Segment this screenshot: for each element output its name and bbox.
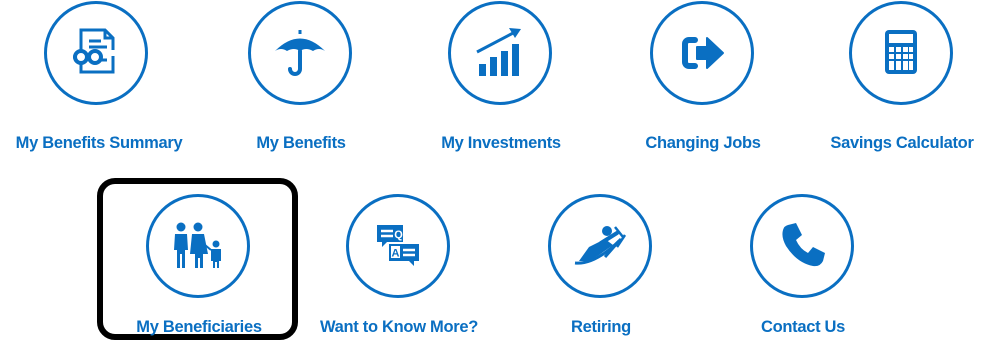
qa-chat-icon: Q A bbox=[377, 225, 419, 266]
growth-chart-icon bbox=[476, 28, 521, 76]
svg-text:A: A bbox=[392, 248, 400, 260]
retiring-circle bbox=[548, 194, 652, 298]
investments-circle bbox=[448, 1, 552, 105]
contact-us-circle bbox=[750, 194, 854, 298]
document-glasses-icon bbox=[73, 28, 117, 74]
tile-label: Contact Us bbox=[760, 318, 846, 336]
savings-calculator-circle bbox=[849, 1, 953, 105]
umbrella-icon bbox=[275, 30, 325, 76]
tile-label: My Beneficiaries bbox=[136, 318, 262, 336]
beneficiaries-circle bbox=[146, 194, 250, 298]
benefits-summary-circle bbox=[44, 1, 148, 105]
tile-label: Retiring bbox=[571, 318, 631, 336]
changing-jobs-circle bbox=[650, 1, 754, 105]
lounge-chair-icon bbox=[574, 226, 627, 265]
tile-label: My Benefits bbox=[256, 134, 346, 152]
tile-label: Savings Calculator bbox=[830, 134, 974, 152]
svg-text:Q: Q bbox=[394, 229, 403, 241]
tile-label: Changing Jobs bbox=[645, 134, 761, 152]
family-icon bbox=[174, 222, 221, 268]
exit-arrow-icon bbox=[682, 37, 724, 69]
want-to-know-more-circle: Q A bbox=[346, 194, 450, 298]
tile-label: Want to Know More? bbox=[319, 318, 479, 336]
calculator-icon bbox=[885, 30, 917, 74]
tile-label: My Investments bbox=[441, 134, 561, 152]
phone-icon bbox=[782, 223, 825, 267]
benefits-circle bbox=[248, 1, 352, 105]
tile-label: My Benefits Summary bbox=[15, 134, 183, 152]
